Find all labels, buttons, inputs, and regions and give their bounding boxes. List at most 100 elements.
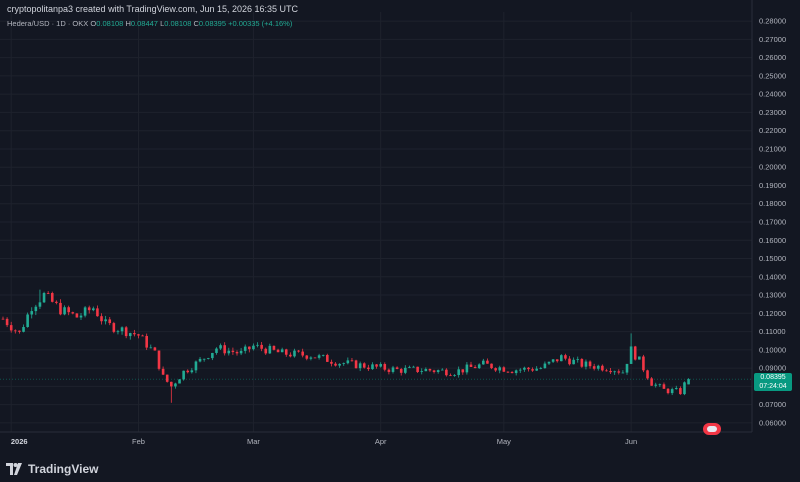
candle-body <box>473 366 477 369</box>
brand-name: TradingView <box>28 462 99 476</box>
y-tick-label: 0.21000 <box>759 144 786 153</box>
symbol-legend: Hedera/USD · 1D · OKX O0.08108 H0.08447 … <box>7 19 292 28</box>
candle-body <box>133 333 136 335</box>
candle-body <box>638 356 641 360</box>
candle-body <box>646 370 649 379</box>
candle-body <box>605 370 608 372</box>
candle-body <box>252 345 255 350</box>
close-value: 0.08395 <box>198 19 227 28</box>
candle-body <box>654 384 658 386</box>
candle-body <box>412 366 415 368</box>
candle-body <box>59 302 62 315</box>
candle-body <box>153 347 157 351</box>
y-tick-label: 0.20000 <box>759 163 786 172</box>
y-tick-label: 0.10000 <box>759 345 786 354</box>
candle-body <box>580 359 584 367</box>
candle-body <box>239 350 243 354</box>
candle-body <box>395 367 399 370</box>
y-tick-label: 0.18000 <box>759 199 786 208</box>
candle-body <box>498 367 502 371</box>
candle-body <box>108 319 112 324</box>
candle-body <box>494 368 497 371</box>
candle-body <box>182 370 185 380</box>
candle-body <box>116 331 120 333</box>
candle-body <box>309 357 313 359</box>
chart-credit: cryptopolitanpa3 created with TradingVie… <box>7 4 299 14</box>
candle-body <box>248 346 251 350</box>
candle-body <box>391 367 395 372</box>
x-tick-label: Feb <box>132 437 145 446</box>
candle-body <box>502 367 506 372</box>
candle-body <box>289 354 292 357</box>
candle-body <box>198 358 202 362</box>
candle-body <box>482 360 485 365</box>
candle-body <box>272 345 276 350</box>
candle-body <box>674 388 678 390</box>
candle-body <box>510 372 514 374</box>
candle-body <box>625 363 629 373</box>
candle-body <box>284 349 288 355</box>
symbol-title: Hedera/USD · 1D · OKX <box>7 19 89 28</box>
candle-body <box>124 327 128 337</box>
candle-body <box>457 369 460 376</box>
y-tick-label: 0.25000 <box>759 71 786 80</box>
candle-body <box>215 348 218 353</box>
y-tick-label: 0.09000 <box>759 364 786 373</box>
y-tick-label: 0.17000 <box>759 218 786 227</box>
candle-body <box>424 368 428 372</box>
y-tick-label: 0.11000 <box>759 327 786 336</box>
candle-body <box>440 369 444 371</box>
price-axis[interactable]: 0.060000.070000.080000.090000.100000.110… <box>759 17 786 428</box>
candle-body <box>601 365 604 371</box>
candle-body <box>633 346 637 360</box>
candle-body <box>104 319 107 322</box>
candle-body <box>420 371 424 372</box>
open-value: 0.08108 <box>96 19 124 28</box>
high-value: 0.08447 <box>130 19 158 28</box>
candle-body <box>178 379 181 384</box>
candle-body <box>539 368 543 369</box>
candle-body <box>404 367 407 373</box>
candle-body <box>621 372 625 374</box>
candle-body <box>572 359 575 365</box>
candle-body <box>128 333 132 337</box>
candle-body <box>202 358 206 360</box>
candle-body <box>506 371 510 373</box>
candle-body <box>326 354 329 362</box>
current-price-value: 0.08395 <box>760 374 786 381</box>
candle-body <box>170 381 173 387</box>
candle-body <box>194 361 198 371</box>
candle-body <box>543 363 547 369</box>
candle-body <box>141 335 144 337</box>
y-tick-label: 0.19000 <box>759 181 786 190</box>
y-tick-label: 0.12000 <box>759 309 786 318</box>
y-tick-label: 0.13000 <box>759 291 786 300</box>
candle-body <box>305 355 309 359</box>
candle-body <box>63 307 66 315</box>
candle-body <box>670 389 674 394</box>
y-tick-label: 0.26000 <box>759 53 786 62</box>
footer-bar <box>0 452 800 482</box>
candle-body <box>55 301 58 303</box>
candle-body <box>408 366 411 368</box>
candle-body <box>330 361 333 364</box>
candle-body <box>346 360 350 364</box>
candle-body <box>5 318 9 326</box>
candle-body <box>227 350 231 354</box>
candle-body <box>165 374 169 382</box>
tradingview-logo[interactable]: TradingView <box>6 462 98 476</box>
candle-body <box>523 367 526 370</box>
x-tick-label: Mar <box>247 437 260 446</box>
candle-body <box>137 334 140 336</box>
candle-body <box>260 344 263 349</box>
candle-body <box>592 366 596 369</box>
candle-body <box>280 349 284 353</box>
candle-body <box>235 352 239 354</box>
event-badge-icon[interactable] <box>703 423 721 435</box>
price-chart[interactable]: 0.060000.070000.080000.090000.100000.110… <box>0 0 800 482</box>
candle-body <box>342 363 346 364</box>
candle-body <box>469 364 473 367</box>
candle-body <box>658 384 662 386</box>
candle-body <box>276 349 280 353</box>
candle-body <box>223 345 226 354</box>
